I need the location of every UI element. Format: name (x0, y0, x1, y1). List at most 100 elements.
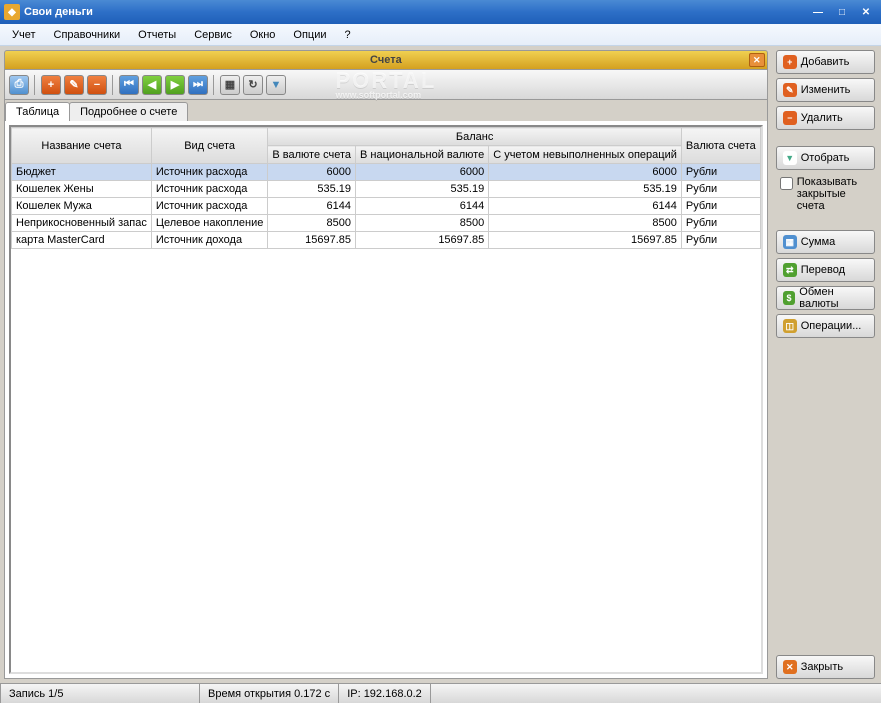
cell-bal-national: 6000 (356, 164, 489, 181)
minus-icon: − (783, 111, 797, 125)
cell-bal-national: 535.19 (356, 181, 489, 198)
table-row[interactable]: Кошелек МужаИсточник расхода614461446144… (12, 198, 761, 215)
app-icon: ◆ (4, 4, 20, 20)
tabs: Таблица Подробнее о счете (4, 100, 768, 121)
menu-okno[interactable]: Окно (242, 27, 284, 43)
child-window-title: Счета (370, 54, 402, 66)
col-balance-group[interactable]: Баланс (268, 128, 681, 146)
menu-servis[interactable]: Сервис (186, 27, 240, 43)
dollar-icon: $ (783, 291, 796, 305)
col-bal-national[interactable]: В национальной валюте (356, 146, 489, 164)
menu-spravochniki[interactable]: Справочники (46, 27, 129, 43)
cell-currency: Рубли (681, 198, 760, 215)
statusbar: Запись 1/5 Время открытия 0.172 с IP: 19… (0, 683, 881, 703)
cell-bal-national: 15697.85 (356, 232, 489, 249)
accounts-table: Название счета Вид счета Баланс Валюта с… (11, 127, 761, 249)
cell-type: Источник расхода (151, 181, 268, 198)
cell-name: Бюджет (12, 164, 152, 181)
cell-bal-currency: 8500 (268, 215, 356, 232)
cell-type: Источник расхода (151, 198, 268, 215)
prev-icon[interactable]: ◀ (142, 75, 162, 95)
table-row[interactable]: Кошелек ЖеныИсточник расхода535.19535.19… (12, 181, 761, 198)
col-name[interactable]: Название счета (12, 128, 152, 164)
checkbox-input[interactable] (780, 177, 793, 190)
toolbar: ⎙ + ✎ − ⏮ ◀ ▶ ⏭ ▦ ↻ ▼ PORTALwww.softport… (4, 70, 768, 100)
cell-type: Источник дохода (151, 232, 268, 249)
maximize-button[interactable]: □ (831, 4, 853, 20)
calculator-icon: ▦ (783, 235, 797, 249)
print-icon[interactable]: ⎙ (9, 75, 29, 95)
cell-name: Неприкосновенный запас (12, 215, 152, 232)
pencil-icon: ✎ (783, 83, 797, 97)
plus-icon: + (783, 55, 797, 69)
edit-icon[interactable]: ✎ (64, 75, 84, 95)
cell-name: карта MasterCard (12, 232, 152, 249)
cell-name: Кошелек Жены (12, 181, 152, 198)
child-close-button[interactable]: ✕ (749, 53, 765, 67)
cell-bal-pending: 535.19 (489, 181, 682, 198)
close-panel-button[interactable]: ✕Закрыть (776, 655, 875, 679)
watermark: PORTALwww.softportal.com (335, 68, 436, 100)
cell-currency: Рубли (681, 181, 760, 198)
transfer-button[interactable]: ⇄Перевод (776, 258, 875, 282)
funnel-icon: ▼ (783, 151, 797, 165)
cell-bal-currency: 6000 (268, 164, 356, 181)
sidebar: +Добавить ✎Изменить −Удалить ▼Отобрать П… (774, 50, 877, 679)
separator (112, 75, 114, 95)
cell-bal-national: 6144 (356, 198, 489, 215)
col-type[interactable]: Вид счета (151, 128, 268, 164)
filter-icon[interactable]: ▼ (266, 75, 286, 95)
refresh-icon[interactable]: ↻ (243, 75, 263, 95)
child-window-titlebar: Счета ✕ (4, 50, 768, 70)
table-row[interactable]: карта MasterCardИсточник дохода15697.851… (12, 232, 761, 249)
add-button[interactable]: +Добавить (776, 50, 875, 74)
cell-bal-currency: 6144 (268, 198, 356, 215)
cell-bal-national: 8500 (356, 215, 489, 232)
cell-bal-currency: 535.19 (268, 181, 356, 198)
menu-optsii[interactable]: Опции (285, 27, 334, 43)
columns-icon[interactable]: ▦ (220, 75, 240, 95)
box-icon: ◫ (783, 319, 797, 333)
table-row[interactable]: БюджетИсточник расхода600060006000Рубли (12, 164, 761, 181)
status-open-time: Время открытия 0.172 с (200, 684, 339, 703)
operations-button[interactable]: ◫Операции... (776, 314, 875, 338)
show-closed-checkbox[interactable]: Показывать закрытые счета (776, 174, 875, 214)
menu-otchety[interactable]: Отчеты (130, 27, 184, 43)
delete-button[interactable]: −Удалить (776, 106, 875, 130)
cell-bal-pending: 15697.85 (489, 232, 682, 249)
cell-name: Кошелек Мужа (12, 198, 152, 215)
sum-button[interactable]: ▦Сумма (776, 230, 875, 254)
filter-button[interactable]: ▼Отобрать (776, 146, 875, 170)
last-icon[interactable]: ⏭ (188, 75, 208, 95)
separator (213, 75, 215, 95)
col-bal-currency[interactable]: В валюте счета (268, 146, 356, 164)
status-record: Запись 1/5 (0, 684, 200, 703)
col-bal-pending[interactable]: С учетом невыполненных операций (489, 146, 682, 164)
cell-bal-pending: 6144 (489, 198, 682, 215)
status-ip: IP: 192.168.0.2 (339, 684, 431, 703)
cell-bal-pending: 8500 (489, 215, 682, 232)
col-currency[interactable]: Валюта счета (681, 128, 760, 164)
menu-uchet[interactable]: Учет (4, 27, 44, 43)
separator (34, 75, 36, 95)
table-row[interactable]: Неприкосновенный запасЦелевое накопление… (12, 215, 761, 232)
next-icon[interactable]: ▶ (165, 75, 185, 95)
cell-currency: Рубли (681, 215, 760, 232)
minimize-button[interactable]: — (807, 4, 829, 20)
app-title: Свои деньги (24, 6, 805, 18)
menu-help[interactable]: ? (337, 27, 359, 43)
x-icon: ✕ (783, 660, 797, 674)
exchange-button[interactable]: $Обмен валюты (776, 286, 875, 310)
first-icon[interactable]: ⏮ (119, 75, 139, 95)
edit-button[interactable]: ✎Изменить (776, 78, 875, 102)
cell-currency: Рубли (681, 232, 760, 249)
tab-table[interactable]: Таблица (5, 102, 70, 121)
cell-bal-pending: 6000 (489, 164, 682, 181)
delete-icon[interactable]: − (87, 75, 107, 95)
add-icon[interactable]: + (41, 75, 61, 95)
cell-type: Источник расхода (151, 164, 268, 181)
tab-details[interactable]: Подробнее о счете (69, 102, 188, 121)
close-button[interactable]: ✕ (855, 4, 877, 20)
cell-type: Целевое накопление (151, 215, 268, 232)
cell-bal-currency: 15697.85 (268, 232, 356, 249)
